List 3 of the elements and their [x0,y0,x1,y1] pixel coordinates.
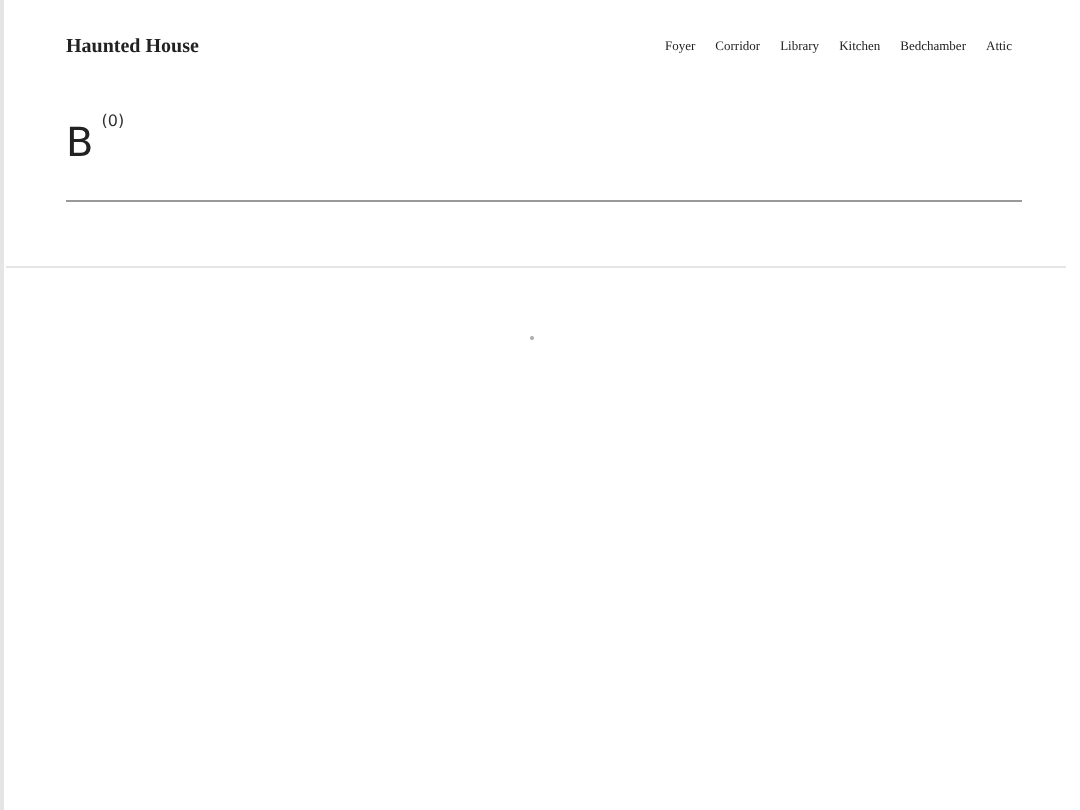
item-count: (0) [101,114,125,130]
site-title[interactable]: Haunted House [66,32,199,62]
page-heading: B [66,122,94,162]
